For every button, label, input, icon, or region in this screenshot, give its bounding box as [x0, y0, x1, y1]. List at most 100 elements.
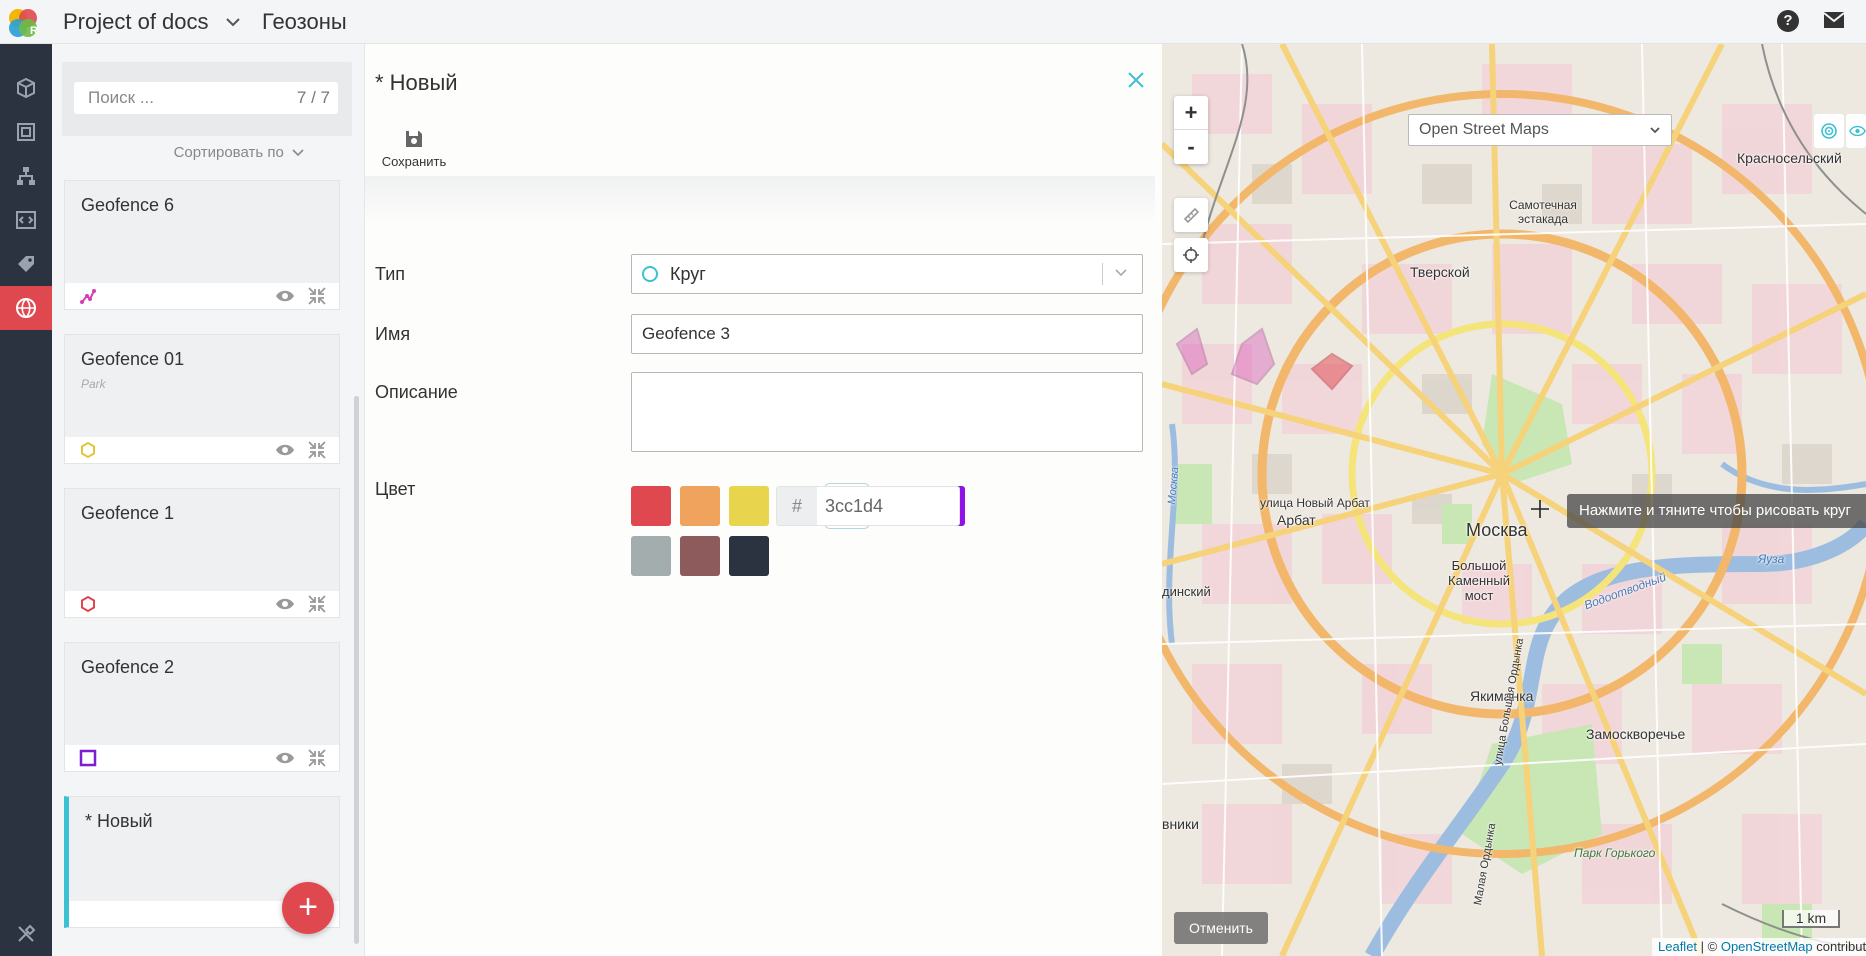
map-label-district: динский — [1162, 584, 1211, 599]
hierarchy-icon — [17, 167, 35, 185]
map-layer-select[interactable]: Open Street Maps — [1408, 114, 1672, 146]
hex-color-input[interactable] — [823, 487, 953, 525]
rail-item-frame[interactable] — [0, 110, 52, 154]
chevron-down-icon — [1650, 127, 1660, 134]
map-label-city: Москва — [1466, 520, 1528, 540]
fit-bounds-icon[interactable] — [307, 594, 327, 614]
attribution-separator: | © — [1697, 939, 1721, 954]
zoom-in-button[interactable]: + — [1174, 96, 1208, 130]
color-swatch[interactable] — [729, 486, 769, 526]
card-footer — [65, 283, 339, 309]
map-label-district: Красносельский — [1737, 150, 1842, 166]
crosshair-icon — [1183, 247, 1199, 263]
rail-item-tags[interactable] — [0, 242, 52, 286]
cancel-draw-button[interactable]: Отменить — [1174, 912, 1268, 944]
card-title: Geofence 01 — [81, 349, 185, 369]
hexagon-icon — [81, 441, 95, 459]
card-footer — [65, 437, 339, 463]
color-swatch[interactable] — [631, 486, 671, 526]
polyline-icon — [80, 289, 96, 304]
tools-icon — [18, 924, 36, 942]
color-label: Цвет — [375, 479, 416, 499]
tag-icon — [18, 256, 34, 272]
sort-label: Сортировать по — [173, 144, 284, 161]
map-label-street: Самотечная эстакада — [1509, 198, 1577, 226]
card-title: * Новый — [85, 811, 153, 831]
map-attribution: Leaflet | © OpenStreetMap contributors — [1652, 938, 1866, 956]
project-name[interactable]: Project of docs — [63, 9, 209, 35]
layers-target-button[interactable] — [1814, 114, 1844, 148]
name-input[interactable] — [631, 314, 1143, 354]
map-label-park: Парк Горького — [1574, 846, 1656, 860]
frame-icon — [17, 123, 35, 141]
result-count: 7 / 7 — [296, 88, 330, 107]
geofence-card[interactable]: Geofence 01 Park — [64, 334, 340, 464]
measure-button[interactable] — [1174, 198, 1208, 232]
map[interactable]: Москва Арбат Тверской Якиманка Замосквор… — [1162, 44, 1866, 956]
mail-icon[interactable] — [1823, 11, 1845, 29]
fit-bounds-icon[interactable] — [307, 286, 327, 306]
section-title: Геозоны — [262, 9, 347, 34]
color-swatch[interactable] — [680, 536, 720, 576]
rail-item-code[interactable] — [0, 198, 52, 242]
locate-button[interactable] — [1174, 238, 1208, 272]
top-bar: R Project of docs Геозоны ? — [0, 0, 1866, 44]
save-label: Сохранить — [381, 154, 447, 169]
type-select[interactable]: Круг — [631, 254, 1143, 294]
visibility-button[interactable] — [1846, 114, 1866, 148]
select-separator — [1102, 263, 1103, 285]
geofence-card[interactable]: Geofence 2 — [64, 642, 340, 772]
eye-icon[interactable] — [275, 749, 295, 767]
eye-icon[interactable] — [275, 287, 295, 305]
hexagon-icon — [81, 595, 95, 613]
eye-icon[interactable] — [275, 441, 295, 459]
add-geofence-button[interactable]: + — [282, 882, 334, 934]
description-textarea[interactable] — [631, 372, 1143, 452]
map-label-district: Арбат — [1277, 512, 1316, 528]
hex-color-field: # — [776, 486, 960, 526]
color-swatch[interactable] — [631, 536, 671, 576]
card-title: Geofence 2 — [81, 657, 175, 677]
chevron-down-icon — [1115, 269, 1127, 277]
color-swatch[interactable] — [680, 486, 720, 526]
rail-item-cube[interactable] — [0, 66, 52, 110]
svg-text:R: R — [30, 25, 38, 37]
card-title: Geofence 1 — [81, 503, 175, 523]
search-box: 7 / 7 — [62, 62, 352, 136]
card-subtitle: Park — [81, 377, 106, 391]
close-icon[interactable] — [1127, 70, 1145, 90]
zoom-out-button[interactable]: - — [1174, 130, 1208, 164]
osm-link[interactable]: OpenStreetMap — [1721, 939, 1813, 954]
map-label-district: вники — [1162, 816, 1199, 832]
map-label-district: Тверской — [1410, 264, 1470, 280]
fit-bounds-icon[interactable] — [307, 440, 327, 460]
map-label-street: улица Новый Арбат — [1260, 496, 1370, 510]
save-button[interactable]: Сохранить — [381, 128, 447, 178]
card-footer — [65, 591, 339, 617]
left-rail — [0, 44, 52, 956]
hex-prefix: # — [777, 487, 817, 525]
attribution-tail: contributors — [1816, 939, 1866, 954]
geofence-card[interactable]: Geofence 6 — [64, 180, 340, 310]
rail-item-geofences[interactable] — [0, 286, 52, 330]
leaflet-link[interactable]: Leaflet — [1658, 939, 1697, 954]
form-title: * Новый — [375, 70, 458, 95]
color-swatch[interactable] — [729, 536, 769, 576]
rail-item-hierarchy[interactable] — [0, 154, 52, 198]
rail-item-tools[interactable] — [0, 914, 52, 954]
fit-bounds-icon[interactable] — [307, 748, 327, 768]
eye-icon[interactable] — [275, 595, 295, 613]
geofence-card[interactable]: Geofence 1 — [64, 488, 340, 618]
card-title: Geofence 6 — [81, 195, 175, 215]
help-icon[interactable]: ? — [1777, 10, 1799, 32]
card-footer — [65, 745, 339, 771]
save-icon — [406, 131, 422, 147]
globe-icon — [16, 298, 36, 318]
description-label: Описание — [375, 382, 458, 402]
chevron-down-icon[interactable] — [226, 14, 240, 30]
sort-dropdown[interactable]: Сортировать по — [174, 144, 304, 161]
list-scrollbar[interactable] — [354, 396, 359, 944]
code-icon — [16, 211, 36, 229]
app-logo[interactable]: R — [6, 6, 42, 38]
type-value: Круг — [670, 264, 706, 284]
